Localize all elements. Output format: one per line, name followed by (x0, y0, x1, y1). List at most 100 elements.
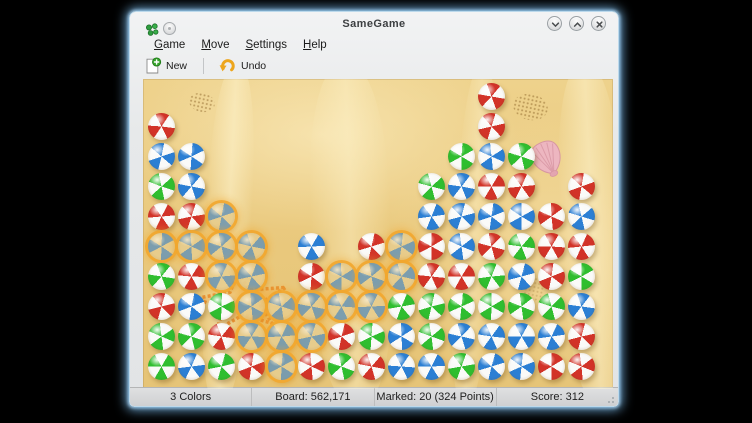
ball-blue[interactable] (418, 203, 445, 230)
ball-blue[interactable] (448, 233, 475, 260)
ball-green[interactable] (448, 143, 475, 170)
ball-blue[interactable] (478, 203, 505, 230)
ball-green[interactable] (148, 323, 175, 350)
ball-red[interactable] (478, 83, 505, 110)
ball-blue[interactable] (448, 323, 475, 350)
ball-blue[interactable] (538, 323, 565, 350)
undo-button[interactable]: Undo (212, 56, 272, 77)
ball-marked-blue[interactable] (388, 263, 415, 290)
ball-red[interactable] (568, 353, 595, 380)
ball-blue[interactable] (508, 323, 535, 350)
ball-marked-blue[interactable] (208, 233, 235, 260)
maximize-icon[interactable] (569, 16, 584, 31)
ball-green[interactable] (148, 263, 175, 290)
ball-marked-blue[interactable] (388, 233, 415, 260)
close-icon[interactable] (591, 16, 606, 31)
ball-marked-blue[interactable] (358, 293, 385, 320)
ball-green[interactable] (568, 263, 595, 290)
ball-blue[interactable] (388, 353, 415, 380)
ball-blue[interactable] (178, 143, 205, 170)
ball-marked-blue[interactable] (328, 293, 355, 320)
ball-marked-blue[interactable] (238, 323, 265, 350)
ball-marked-blue[interactable] (268, 323, 295, 350)
menu-help[interactable]: Help (295, 39, 335, 51)
ball-green[interactable] (478, 263, 505, 290)
ball-red[interactable] (298, 353, 325, 380)
ball-marked-blue[interactable] (238, 293, 265, 320)
ball-green[interactable] (148, 353, 175, 380)
ball-green[interactable] (418, 173, 445, 200)
ball-marked-blue[interactable] (208, 203, 235, 230)
title-bar[interactable]: SameGame (130, 12, 618, 36)
ball-blue[interactable] (448, 203, 475, 230)
ball-marked-blue[interactable] (358, 263, 385, 290)
ball-red[interactable] (568, 233, 595, 260)
ball-green[interactable] (448, 353, 475, 380)
ball-marked-blue[interactable] (148, 233, 175, 260)
ball-marked-blue[interactable] (298, 293, 325, 320)
ball-marked-blue[interactable] (238, 233, 265, 260)
ball-green[interactable] (208, 293, 235, 320)
ball-blue[interactable] (508, 263, 535, 290)
menu-move[interactable]: Move (193, 39, 237, 51)
ball-green[interactable] (448, 293, 475, 320)
ball-red[interactable] (418, 263, 445, 290)
ball-blue[interactable] (508, 203, 535, 230)
ball-marked-blue[interactable] (268, 293, 295, 320)
ball-red[interactable] (358, 233, 385, 260)
ball-red[interactable] (418, 233, 445, 260)
ball-blue[interactable] (178, 353, 205, 380)
ball-marked-blue[interactable] (298, 323, 325, 350)
ball-red[interactable] (178, 203, 205, 230)
ball-marked-blue[interactable] (238, 263, 265, 290)
ball-green[interactable] (538, 293, 565, 320)
ball-green[interactable] (208, 353, 235, 380)
ball-blue[interactable] (178, 293, 205, 320)
ball-red[interactable] (538, 353, 565, 380)
ball-green[interactable] (478, 293, 505, 320)
ball-blue[interactable] (568, 293, 595, 320)
ball-red[interactable] (478, 233, 505, 260)
ball-red[interactable] (148, 203, 175, 230)
new-button[interactable]: New (138, 55, 193, 77)
ball-green[interactable] (418, 293, 445, 320)
ball-red[interactable] (358, 353, 385, 380)
ball-blue[interactable] (478, 323, 505, 350)
ball-green[interactable] (148, 173, 175, 200)
ball-green[interactable] (418, 323, 445, 350)
ball-green[interactable] (328, 353, 355, 380)
resize-grip[interactable] (604, 393, 614, 403)
ball-green[interactable] (508, 143, 535, 170)
ball-marked-blue[interactable] (268, 353, 295, 380)
ball-red[interactable] (238, 353, 265, 380)
ball-blue[interactable] (418, 353, 445, 380)
ball-red[interactable] (178, 263, 205, 290)
ball-blue[interactable] (478, 353, 505, 380)
ball-blue[interactable] (148, 143, 175, 170)
menu-settings[interactable]: Settings (237, 39, 295, 51)
menu-game[interactable]: Game (146, 39, 193, 51)
ball-marked-blue[interactable] (328, 263, 355, 290)
minimize-icon[interactable] (547, 16, 562, 31)
ball-blue[interactable] (298, 233, 325, 260)
ball-red[interactable] (538, 233, 565, 260)
ball-red[interactable] (478, 173, 505, 200)
ball-red[interactable] (478, 113, 505, 140)
ball-red[interactable] (298, 263, 325, 290)
ball-blue[interactable] (448, 173, 475, 200)
ball-blue[interactable] (178, 173, 205, 200)
ball-green[interactable] (508, 293, 535, 320)
ball-green[interactable] (388, 293, 415, 320)
ball-red[interactable] (208, 323, 235, 350)
ball-blue[interactable] (508, 353, 535, 380)
ball-green[interactable] (508, 233, 535, 260)
ball-red[interactable] (508, 173, 535, 200)
ball-red[interactable] (148, 293, 175, 320)
ball-red[interactable] (568, 173, 595, 200)
ball-red[interactable] (538, 263, 565, 290)
ball-blue[interactable] (568, 203, 595, 230)
ball-red[interactable] (148, 113, 175, 140)
ball-red[interactable] (568, 323, 595, 350)
ball-red[interactable] (328, 323, 355, 350)
ball-marked-blue[interactable] (178, 233, 205, 260)
